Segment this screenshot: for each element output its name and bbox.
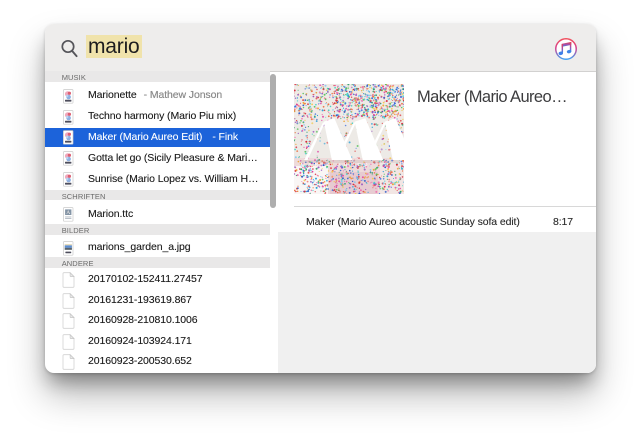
svg-text:A: A	[66, 210, 70, 216]
svg-text:MARIO AUREO: MARIO AUREO	[301, 162, 371, 167]
